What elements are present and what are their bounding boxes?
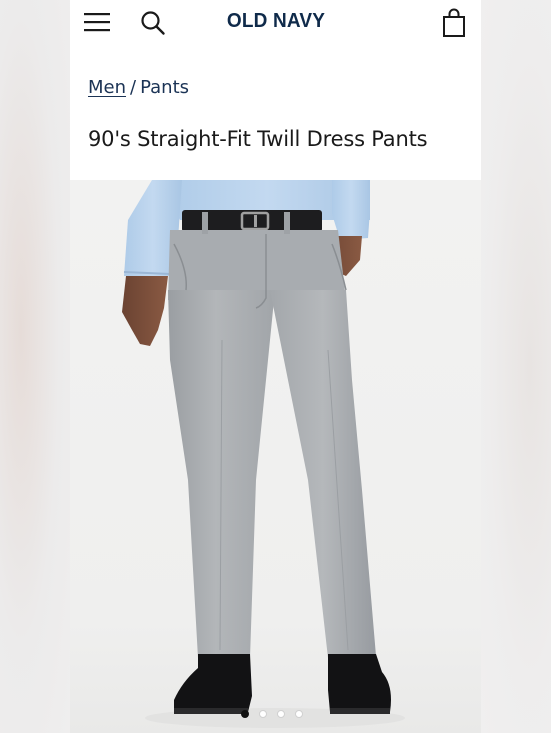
product-image <box>122 180 405 728</box>
search-icon[interactable] <box>140 10 166 36</box>
product-image-gallery[interactable] <box>70 180 481 733</box>
background-left <box>0 0 70 733</box>
breadcrumb: Men / Pants <box>88 77 189 98</box>
product-page: OLD NAVY Men / Pants 90's Straight-Fit Twi… <box>70 0 481 733</box>
background-right <box>481 0 551 733</box>
carousel-dot[interactable] <box>258 710 267 718</box>
menu-icon[interactable] <box>84 12 110 32</box>
product-title: 90's Straight-Fit Twill Dress Pants <box>88 127 428 151</box>
carousel-dot[interactable] <box>240 710 249 718</box>
carousel-dot[interactable] <box>294 710 303 718</box>
carousel-dots <box>70 710 477 718</box>
site-header: OLD NAVY <box>70 0 481 50</box>
breadcrumb-separator: / <box>130 77 137 98</box>
carousel-dot[interactable] <box>276 710 285 718</box>
shopping-bag-icon[interactable] <box>442 8 466 38</box>
brand-logo[interactable]: OLD NAVY <box>194 10 357 33</box>
breadcrumb-link-men[interactable]: Men <box>88 77 126 98</box>
breadcrumb-link-pants[interactable]: Pants <box>140 77 189 98</box>
